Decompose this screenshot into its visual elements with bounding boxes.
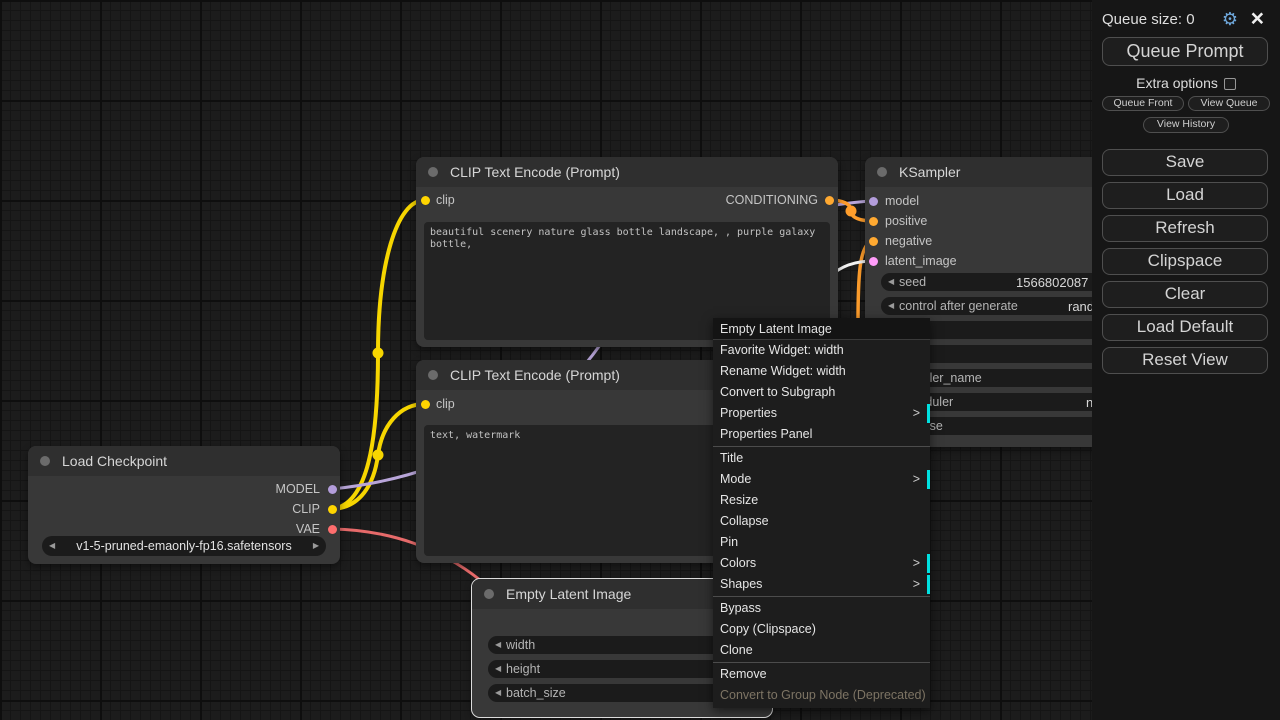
input-slot-positive-icon[interactable] (869, 217, 878, 226)
widget-arrow-left-icon[interactable]: ◀ (495, 665, 501, 673)
input-slot-model-label: model (885, 194, 919, 208)
clipspace-button[interactable]: Clipspace (1102, 248, 1268, 275)
node-title: CLIP Text Encode (Prompt) (450, 367, 620, 383)
node-load-checkpoint[interactable]: Load Checkpoint MODEL CLIP VAE ◀ v1-5-pr… (28, 446, 340, 564)
menu-separator (713, 596, 930, 597)
collapse-dot-icon[interactable] (428, 370, 438, 380)
width-label: width (506, 638, 535, 652)
output-slot-vae-icon[interactable] (328, 525, 337, 534)
menu-item-resize[interactable]: Resize (713, 490, 930, 511)
ckpt-name-value: v1-5-pruned-emaonly-fp16.safetensors (42, 539, 326, 553)
menu-item-mode[interactable]: Mode> (713, 469, 930, 490)
widget-arrow-left-icon[interactable]: ◀ (495, 689, 501, 697)
collapse-dot-icon[interactable] (877, 167, 887, 177)
output-slot-vae-label: VAE (296, 522, 320, 536)
submenu-arrow-icon: > (913, 553, 920, 574)
output-slot-clip-icon[interactable] (328, 505, 337, 514)
output-slot-conditioning-icon[interactable] (825, 196, 834, 205)
ckpt-name-widget[interactable]: ◀ v1-5-pruned-emaonly-fp16.safetensors ▶ (42, 536, 326, 556)
view-queue-button[interactable]: View Queue (1188, 96, 1270, 111)
collapse-dot-icon[interactable] (40, 456, 50, 466)
collapse-dot-icon[interactable] (484, 589, 494, 599)
menu-item-colors[interactable]: Colors> (713, 553, 930, 574)
submenu-accent-bar (927, 554, 930, 573)
menu-item-shapes[interactable]: Shapes> (713, 574, 930, 595)
node-title-bar[interactable]: Load Checkpoint (28, 446, 340, 476)
comfy-menu-panel: Queue size: 0 ⚙ × Queue Prompt Extra opt… (1092, 0, 1280, 720)
input-slot-positive-label: positive (885, 214, 927, 228)
settings-gear-icon[interactable]: ⚙ (1222, 9, 1238, 30)
output-slot-clip-label: CLIP (292, 502, 320, 516)
extra-options-checkbox[interactable] (1224, 78, 1236, 90)
collapse-dot-icon[interactable] (428, 167, 438, 177)
control-after-generate-label: control after generate (899, 299, 1018, 313)
node-title: Empty Latent Image (506, 586, 631, 602)
menu-separator (713, 662, 930, 663)
menu-item-collapse[interactable]: Collapse (713, 511, 930, 532)
load-default-button[interactable]: Load Default (1102, 314, 1268, 341)
menu-item-copy-clipspace[interactable]: Copy (Clipspace) (713, 619, 930, 640)
submenu-accent-bar (927, 470, 930, 489)
submenu-arrow-icon: > (913, 574, 920, 595)
submenu-accent-bar (927, 575, 930, 594)
seed-label: seed (899, 275, 926, 289)
batch-size-label: batch_size (506, 686, 566, 700)
close-icon[interactable]: × (1251, 5, 1264, 32)
input-slot-latent-image-icon[interactable] (869, 257, 878, 266)
menu-item-title[interactable]: Title (713, 448, 930, 469)
menu-item-convert-to-subgraph[interactable]: Convert to Subgraph (713, 382, 930, 403)
input-slot-clip-label: clip (436, 397, 455, 411)
menu-separator (713, 446, 930, 447)
submenu-arrow-icon: > (913, 403, 920, 424)
graph-canvas[interactable]: CLIP Text Encode (Prompt) clip CONDITION… (0, 0, 1280, 720)
input-slot-negative-label: negative (885, 234, 932, 248)
clear-button[interactable]: Clear (1102, 281, 1268, 308)
menu-item-properties-panel[interactable]: Properties Panel (713, 424, 930, 445)
node-title-bar[interactable]: CLIP Text Encode (Prompt) (416, 157, 838, 187)
submenu-arrow-icon: > (913, 469, 920, 490)
input-slot-clip-icon[interactable] (421, 196, 430, 205)
queue-size-label: Queue size: 0 (1102, 11, 1195, 28)
seed-value: 1566802087 (1016, 275, 1088, 290)
menu-item-clone[interactable]: Clone (713, 640, 930, 661)
menu-item-properties[interactable]: Properties> (713, 403, 930, 424)
refresh-button[interactable]: Refresh (1102, 215, 1268, 242)
submenu-accent-bar (927, 404, 930, 423)
queue-prompt-button[interactable]: Queue Prompt (1102, 37, 1268, 66)
output-slot-model-icon[interactable] (328, 485, 337, 494)
node-title: KSampler (899, 164, 960, 180)
menu-item-convert-to-group-node[interactable]: Convert to Group Node (Deprecated) (713, 685, 930, 706)
input-slot-clip-icon[interactable] (421, 400, 430, 409)
input-slot-clip-label: clip (436, 193, 455, 207)
queue-front-button[interactable]: Queue Front (1102, 96, 1184, 111)
node-title: CLIP Text Encode (Prompt) (450, 164, 620, 180)
extra-options-label: Extra options (1136, 75, 1218, 91)
context-menu-title: Empty Latent Image (713, 318, 930, 340)
widget-arrow-left-icon[interactable]: ◀ (888, 278, 894, 286)
widget-arrow-left-icon[interactable]: ◀ (495, 641, 501, 649)
input-slot-model-icon[interactable] (869, 197, 878, 206)
height-label: height (506, 662, 540, 676)
input-slot-negative-icon[interactable] (869, 237, 878, 246)
menu-item-rename-widget[interactable]: Rename Widget: width (713, 361, 930, 382)
load-button[interactable]: Load (1102, 182, 1268, 209)
menu-item-pin[interactable]: Pin (713, 532, 930, 553)
save-button[interactable]: Save (1102, 149, 1268, 176)
view-history-button[interactable]: View History (1143, 117, 1229, 133)
output-slot-conditioning-label: CONDITIONING (726, 193, 818, 207)
input-slot-latent-image-label: latent_image (885, 254, 957, 268)
node-context-menu: Empty Latent Image Favorite Widget: widt… (713, 318, 930, 708)
node-title: Load Checkpoint (62, 453, 167, 469)
menu-item-bypass[interactable]: Bypass (713, 598, 930, 619)
widget-arrow-right-icon[interactable]: ▶ (313, 542, 319, 550)
menu-item-favorite-widget[interactable]: Favorite Widget: width (713, 340, 930, 361)
reset-view-button[interactable]: Reset View (1102, 347, 1268, 374)
menu-item-remove[interactable]: Remove (713, 664, 930, 685)
widget-arrow-left-icon[interactable]: ◀ (888, 302, 894, 310)
output-slot-model-label: MODEL (276, 482, 320, 496)
